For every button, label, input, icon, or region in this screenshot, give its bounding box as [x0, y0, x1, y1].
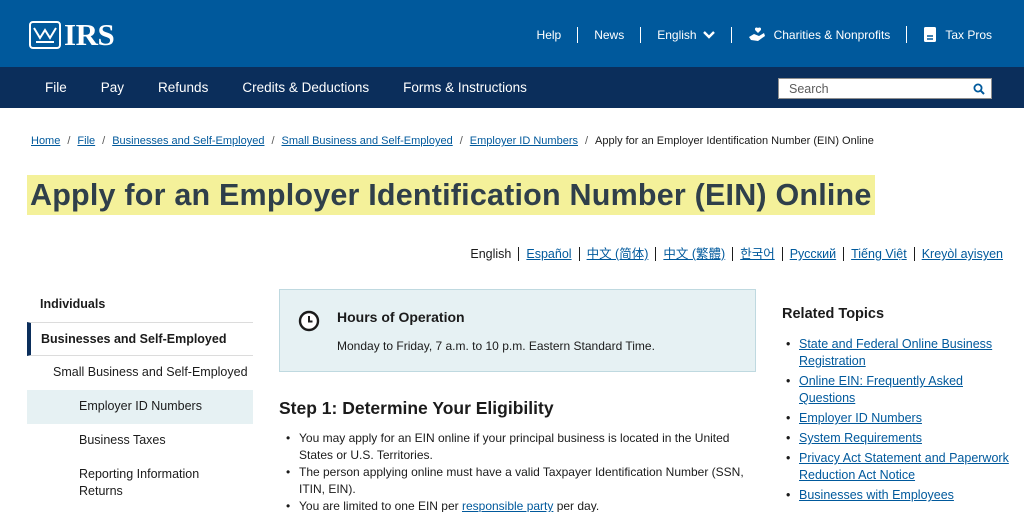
help-label: Help [536, 27, 562, 42]
related-link-state-federal[interactable]: State and Federal Online Business Regist… [799, 337, 992, 368]
news-label: News [594, 27, 625, 42]
lang-russian[interactable]: Русский [781, 247, 843, 261]
responsible-party-link[interactable]: responsible party [462, 499, 553, 512]
related-topics-list: State and Federal Online Business Regist… [786, 336, 1009, 507]
list-item-text: You are limited to one EIN per [299, 499, 462, 512]
breadcrumb-separator: / [459, 135, 463, 147]
eagle-icon [29, 21, 61, 49]
breadcrumb-separator: / [584, 135, 589, 147]
language-dropdown[interactable]: English [640, 26, 730, 43]
nav-forms-instructions[interactable]: Forms & Instructions [386, 80, 544, 95]
document-icon [924, 27, 937, 42]
search-placeholder: Search [789, 82, 829, 96]
breadcrumb-employer-id[interactable]: Employer ID Numbers [470, 135, 578, 147]
related-topics-heading: Related Topics [782, 306, 885, 322]
hours-of-operation-box: Hours of Operation Monday to Friday, 7 a… [279, 289, 756, 372]
breadcrumb-small-business[interactable]: Small Business and Self-Employed [282, 135, 453, 147]
sidebar-item-business-taxes[interactable]: Business Taxes [27, 424, 253, 458]
related-link-online-ein-faq[interactable]: Online EIN: Frequently Asked Questions [799, 374, 963, 405]
sidebar-item-reporting-returns[interactable]: Reporting Information Returns [27, 458, 253, 510]
breadcrumb-file[interactable]: File [77, 135, 95, 147]
breadcrumb-home[interactable]: Home [31, 135, 60, 147]
help-link[interactable]: Help [521, 27, 578, 43]
related-link-privacy-act[interactable]: Privacy Act Statement and Paperwork Redu… [799, 451, 1009, 482]
lang-chinese-simplified[interactable]: 中文 (简体) [578, 247, 656, 261]
tax-pros-label: Tax Pros [945, 27, 992, 42]
news-link[interactable]: News [577, 26, 640, 43]
page-title: Apply for an Employer Identification Num… [27, 175, 875, 215]
sidebar-item-businesses[interactable]: Businesses and Self-Employed [27, 322, 253, 356]
lang-korean[interactable]: 한국어 [732, 247, 782, 261]
eligibility-list: You may apply for an EIN online if your … [286, 430, 759, 512]
lang-spanish[interactable]: Español [518, 247, 578, 261]
breadcrumb-separator: / [271, 135, 275, 147]
list-item-text: per day. [553, 499, 600, 512]
top-header: IRS Help News English Charities & Nonpro… [0, 0, 1024, 67]
list-item: State and Federal Online Business Regist… [786, 336, 1009, 370]
list-item: Businesses with Employees [786, 487, 1009, 504]
lang-english: English [470, 247, 512, 261]
lang-chinese-traditional[interactable]: 中文 (繁體) [655, 247, 732, 261]
list-item: Online EIN: Frequently Asked Questions [786, 373, 1009, 407]
breadcrumb-separator: / [67, 135, 71, 147]
sidebar-nav: Individuals Businesses and Self-Employed… [27, 288, 253, 510]
nav-file[interactable]: File [28, 80, 84, 95]
related-link-system-requirements[interactable]: System Requirements [799, 431, 922, 445]
related-link-businesses-employees[interactable]: Businesses with Employees [799, 488, 954, 502]
list-item: You are limited to one EIN per responsib… [286, 498, 759, 512]
step1-heading: Step 1: Determine Your Eligibility [279, 398, 554, 418]
utility-nav: Help News English Charities & Nonprofits… [521, 26, 992, 43]
lang-vietnamese[interactable]: Tiếng Việt [843, 247, 914, 261]
hours-title: Hours of Operation [337, 309, 465, 325]
language-label: English [657, 27, 697, 42]
nav-refunds[interactable]: Refunds [141, 80, 225, 95]
list-item: Employer ID Numbers [786, 410, 1009, 427]
irs-logo[interactable]: IRS [28, 17, 115, 53]
list-item: Privacy Act Statement and Paperwork Redu… [786, 450, 1009, 484]
search-input[interactable]: Search [778, 78, 992, 99]
breadcrumb: Home / File / Businesses and Self-Employ… [31, 135, 874, 147]
hours-text: Monday to Friday, 7 a.m. to 10 p.m. East… [337, 339, 655, 353]
tax-pros-link[interactable]: Tax Pros [906, 26, 992, 43]
sidebar-item-employer-id[interactable]: Employer ID Numbers [27, 390, 253, 424]
sidebar-item-individuals[interactable]: Individuals [27, 288, 253, 322]
language-selector: English Español 中文 (简体) 中文 (繁體) 한국어 Русс… [463, 247, 1003, 261]
list-item: You may apply for an EIN online if your … [286, 430, 759, 464]
list-item: The person applying online must have a v… [286, 464, 759, 498]
list-item: System Requirements [786, 430, 1009, 447]
charities-link[interactable]: Charities & Nonprofits [730, 26, 907, 43]
clock-icon [298, 310, 320, 332]
chevron-down-icon [702, 30, 715, 39]
logo-text: IRS [64, 17, 115, 52]
lang-haitian-creole[interactable]: Kreyòl ayisyen [913, 247, 1003, 261]
charities-label: Charities & Nonprofits [773, 27, 891, 42]
search-icon[interactable] [973, 83, 985, 95]
breadcrumb-businesses[interactable]: Businesses and Self-Employed [112, 135, 264, 147]
sidebar-item-small-business[interactable]: Small Business and Self-Employed [27, 356, 253, 390]
breadcrumb-current: Apply for an Employer Identification Num… [595, 135, 874, 147]
breadcrumb-separator: / [102, 135, 106, 147]
nav-credits-deductions[interactable]: Credits & Deductions [225, 80, 386, 95]
related-link-employer-id[interactable]: Employer ID Numbers [799, 411, 922, 425]
nav-pay[interactable]: Pay [84, 80, 141, 95]
hand-heart-icon [748, 26, 765, 41]
